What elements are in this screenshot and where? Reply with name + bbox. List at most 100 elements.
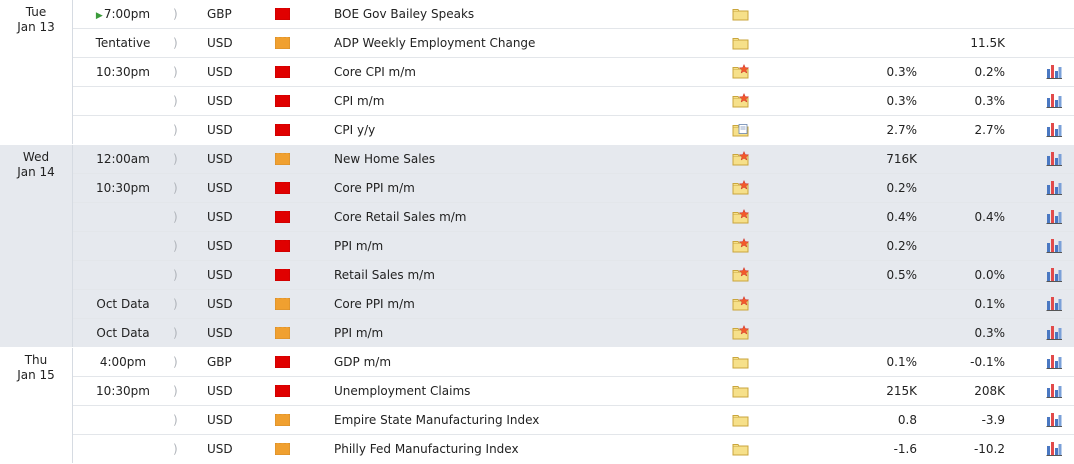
folder-star-icon[interactable] [732,238,750,254]
event-row[interactable]: ) USD CPI m/m 0.3% 0.3% [73,87,1074,116]
sound-icon[interactable]: ) [173,406,183,434]
event-row[interactable]: ) USD Philly Fed Manufacturing Index -1.6 -1… [73,435,1074,463]
bar-chart-icon[interactable] [1046,179,1062,195]
folder-star-icon[interactable] [732,296,750,312]
event-row[interactable]: 4:00pm) GBP GDP m/m 0.1% -0.1% [73,348,1074,377]
folder-icon[interactable] [732,441,750,457]
event-row[interactable]: ) USD Core Retail Sales m/m 0.4% 0.4% [73,203,1074,232]
folder-star-icon[interactable] [732,93,750,109]
folder-icon[interactable] [732,383,750,399]
sound-icon[interactable]: ) [173,58,183,86]
event-name[interactable]: CPI m/m [334,87,714,115]
impact-flag-icon[interactable] [275,153,290,165]
impact-flag-icon[interactable] [275,66,290,78]
impact-flag-icon[interactable] [275,37,290,49]
currency-code: USD [207,94,233,108]
sound-icon[interactable]: ) [173,290,183,318]
sound-icon[interactable]: ) [173,87,183,115]
event-name[interactable]: CPI y/y [334,116,714,144]
impact-flag-icon[interactable] [275,414,290,426]
impact-flag-icon[interactable] [275,182,290,194]
folder-star-icon[interactable] [732,64,750,80]
event-row[interactable]: Oct Data) USD Core PPI m/m 0.1% [73,290,1074,319]
sound-icon[interactable]: ) [173,377,183,405]
impact-flag-icon[interactable] [275,269,290,281]
event-row[interactable]: 12:00am) USD New Home Sales 716K [73,145,1074,174]
event-row[interactable]: ) USD PPI m/m 0.2% [73,232,1074,261]
impact-flag-icon[interactable] [275,327,290,339]
event-row[interactable]: ▶7:00pm) GBP BOE Gov Bailey Speaks [73,0,1074,29]
currency-code: USD [207,239,233,253]
event-name[interactable]: PPI m/m [334,232,714,260]
bar-chart-icon[interactable] [1046,440,1062,456]
impact-flag-icon[interactable] [275,124,290,136]
event-name[interactable]: PPI m/m [334,319,714,347]
actual-value: 0.3% [886,65,918,79]
sound-icon[interactable]: ) [173,0,183,28]
event-row[interactable]: ) USD Empire State Manufacturing Index 0.8 -… [73,406,1074,435]
bar-chart-icon[interactable] [1046,411,1062,427]
event-time-text: 10:30pm [96,181,150,195]
bar-chart-icon[interactable] [1046,237,1062,253]
folder-icon[interactable] [732,412,750,428]
event-time: Tentative [73,29,173,57]
bar-chart-icon[interactable] [1046,353,1062,369]
event-row[interactable]: Tentative) USD ADP Weekly Employment Chang… [73,29,1074,58]
folder-icon[interactable] [732,354,750,370]
folder-star-icon[interactable] [732,325,750,341]
event-name[interactable]: GDP m/m [334,348,714,376]
event-row[interactable]: ) USD CPI y/y 2.7% 2.7% [73,116,1074,144]
impact-flag-icon[interactable] [275,298,290,310]
impact-flag-icon[interactable] [275,95,290,107]
impact-flag-icon[interactable] [275,211,290,223]
bar-chart-icon[interactable] [1046,208,1062,224]
impact-flag-icon[interactable] [275,240,290,252]
sound-icon[interactable]: ) [173,203,183,231]
impact-flag-icon[interactable] [275,8,290,20]
event-row[interactable]: 10:30pm) USD Unemployment Claims 215K 208K [73,377,1074,406]
event-name[interactable]: Retail Sales m/m [334,261,714,289]
sound-icon[interactable]: ) [173,261,183,289]
sound-icon[interactable]: ) [173,29,183,57]
folder-star-icon[interactable] [732,151,750,167]
sound-icon[interactable]: ) [173,319,183,347]
impact-flag-icon[interactable] [275,443,290,455]
event-name[interactable]: Core PPI m/m [334,174,714,202]
bar-chart-icon[interactable] [1046,150,1062,166]
bar-chart-icon[interactable] [1046,324,1062,340]
folder-star-icon[interactable] [732,267,750,283]
impact-flag-icon[interactable] [275,385,290,397]
event-name[interactable]: New Home Sales [334,145,714,173]
bar-chart-icon[interactable] [1046,121,1062,137]
sound-icon[interactable]: ) [173,348,183,376]
bar-chart-icon[interactable] [1046,295,1062,311]
event-name[interactable]: Empire State Manufacturing Index [334,406,714,434]
event-time-text: 4:00pm [99,355,147,369]
sound-icon[interactable]: ) [173,116,183,144]
folder-star-icon[interactable] [732,180,750,196]
event-name[interactable]: BOE Gov Bailey Speaks [334,0,714,28]
event-row[interactable]: Oct Data) USD PPI m/m 0.3% [73,319,1074,347]
event-row[interactable]: 10:30pm) USD Core PPI m/m 0.2% [73,174,1074,203]
bar-chart-icon[interactable] [1046,92,1062,108]
sound-icon[interactable]: ) [173,435,183,463]
event-row[interactable]: 10:30pm) USD Core CPI m/m 0.3% 0.2% [73,58,1074,87]
event-name[interactable]: Core PPI m/m [334,290,714,318]
event-name[interactable]: Core CPI m/m [334,58,714,86]
sound-icon[interactable]: ) [173,174,183,202]
impact-flag-icon[interactable] [275,356,290,368]
bar-chart-icon[interactable] [1046,266,1062,282]
event-row[interactable]: ) USD Retail Sales m/m 0.5% 0.0% [73,261,1074,290]
sound-icon[interactable]: ) [173,232,183,260]
event-name[interactable]: Unemployment Claims [334,377,714,405]
event-name[interactable]: Core Retail Sales m/m [334,203,714,231]
folder-icon[interactable] [732,35,750,51]
folder-star-icon[interactable] [732,209,750,225]
sound-icon[interactable]: ) [173,145,183,173]
event-name[interactable]: Philly Fed Manufacturing Index [334,435,714,463]
bar-chart-icon[interactable] [1046,63,1062,79]
folder-icon[interactable] [732,6,750,22]
event-name[interactable]: ADP Weekly Employment Change [334,29,714,57]
bar-chart-icon[interactable] [1046,382,1062,398]
folder-document-icon[interactable] [732,122,750,138]
